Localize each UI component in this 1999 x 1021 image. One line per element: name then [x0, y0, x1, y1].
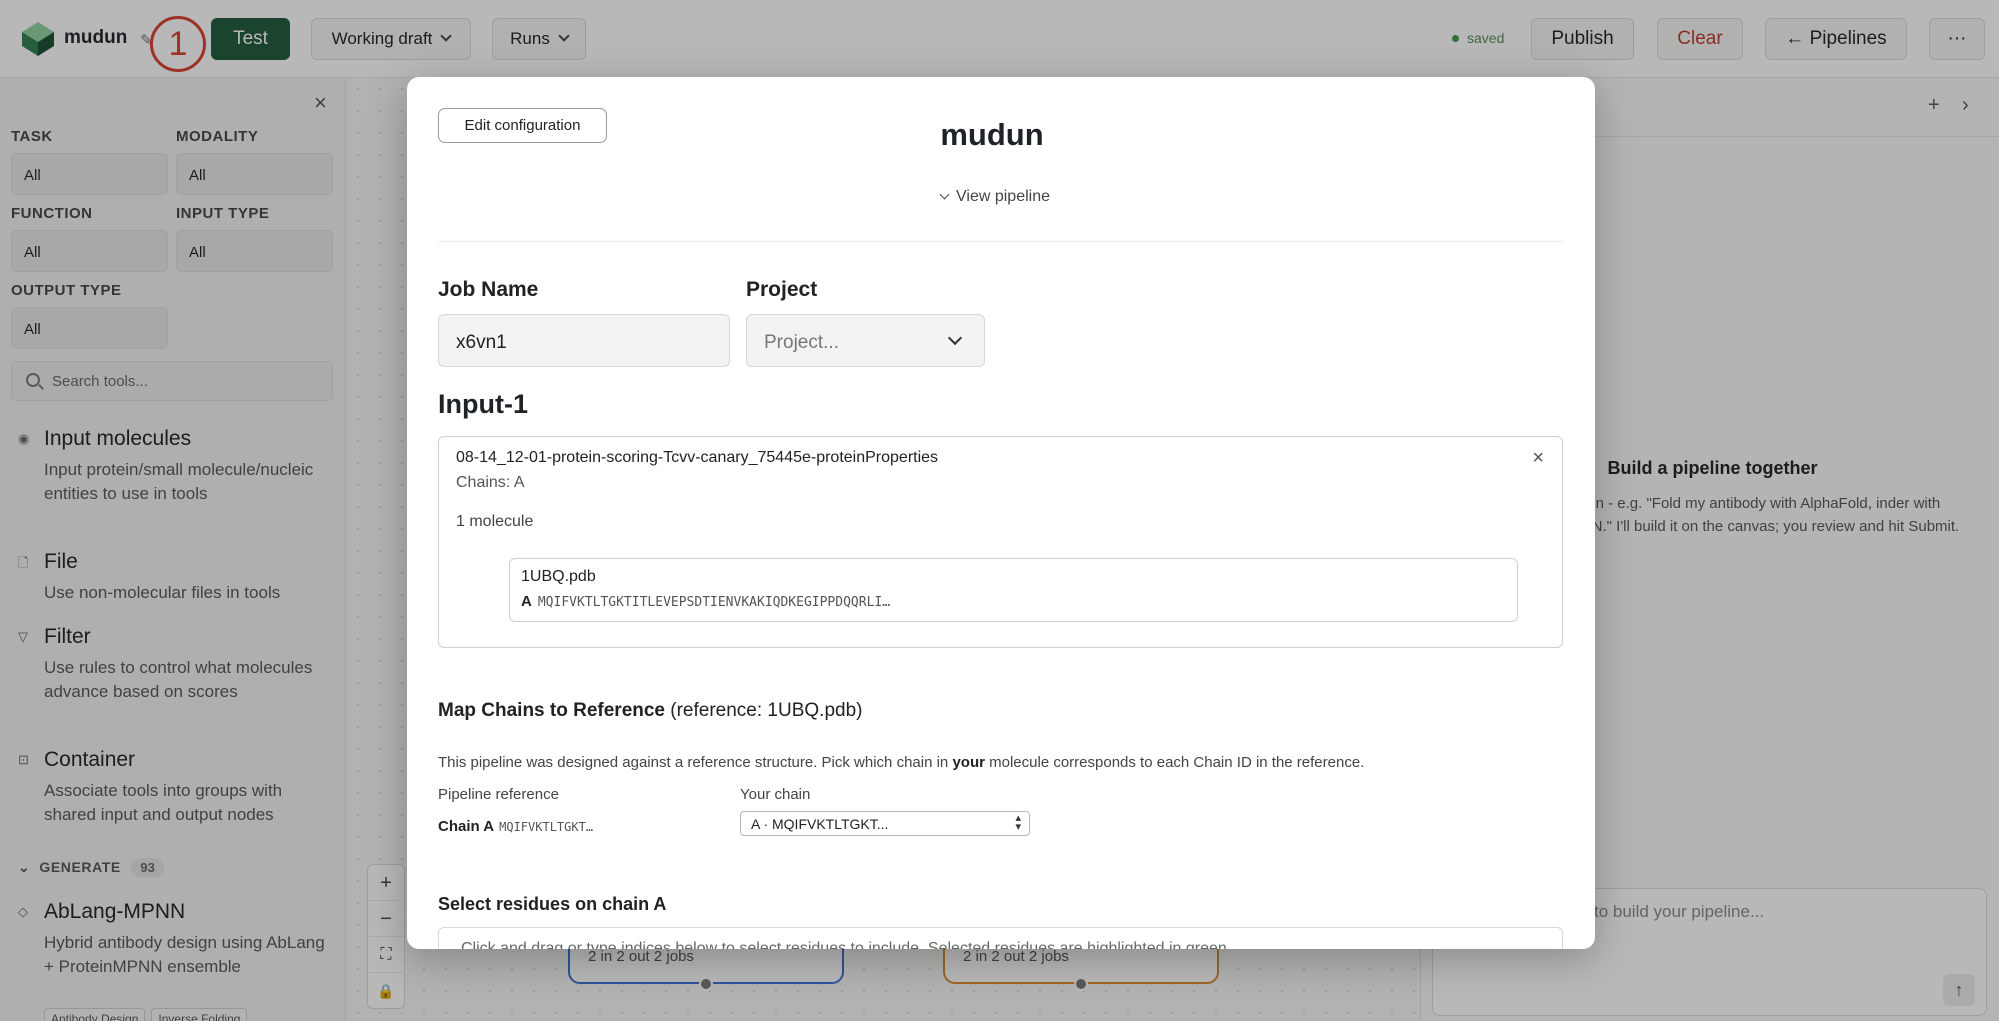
project-label: Project	[746, 278, 818, 301]
remove-input-icon[interactable]: ×	[1532, 447, 1544, 470]
molecule-file-name: 1UBQ.pdb	[521, 568, 596, 585]
map-chains-description: This pipeline was designed against a ref…	[438, 754, 1364, 771]
input-heading: Input-1	[438, 389, 528, 419]
select-arrows-icon: ▴ ▾	[1015, 812, 1021, 833]
input-card: 08-14_12-01-protein-scoring-Tcvv-canary_…	[438, 436, 1563, 648]
input-source-name: 08-14_12-01-protein-scoring-Tcvv-canary_…	[456, 449, 939, 466]
job-name-label: Job Name	[438, 278, 539, 301]
residue-selector[interactable]: Click and drag or type indices below to …	[438, 927, 1563, 949]
molecule-sequence: A MQIFVKTLTGKTITLEVEPSDTIENVKAKIQDKEGIPPD…	[521, 593, 890, 610]
view-pipeline-label: View pipeline	[956, 188, 1050, 205]
reference-chain-label: Chain A	[438, 818, 495, 835]
job-name-input[interactable]: x6vn1	[438, 314, 730, 367]
select-residues-heading: Select residues on chain A	[438, 894, 667, 914]
chevron-down-icon	[939, 189, 950, 200]
sequence-text: MQIFVKTLTGKTITLEVEPSDTIENVKAKIQDKEGIPPDQ…	[537, 595, 891, 610]
divider	[438, 241, 1563, 242]
view-pipeline-toggle[interactable]: View pipeline	[939, 188, 1050, 206]
reference-chain-sequence: MQIFVKTLTGKT…	[499, 820, 594, 834]
input-chains: Chains: A	[456, 474, 525, 491]
chain-mapping-value: A · MQIFVKTLTGKT...	[751, 816, 889, 832]
residue-selector-hint: Click and drag or type indices below to …	[461, 940, 1232, 949]
project-placeholder: Project...	[764, 332, 839, 353]
modal-title: mudun	[940, 117, 1044, 152]
map-chains-reference: (reference: 1UBQ.pdb)	[670, 700, 863, 721]
run-config-modal: Edit configuration mudun View pipeline J…	[407, 77, 1595, 949]
map-chains-heading: Map Chains to Reference (reference: 1UBQ…	[438, 700, 862, 722]
reference-chain: Chain A MQIFVKTLTGKT…	[438, 818, 593, 835]
chain-mapping-select[interactable]: A · MQIFVKTLTGKT... ▴ ▾	[740, 811, 1030, 836]
your-chain-column: Your chain	[740, 786, 811, 803]
desc-text: molecule corresponds to each Chain ID in…	[984, 754, 1365, 771]
molecule-count: 1 molecule	[456, 513, 534, 530]
project-select[interactable]: Project...	[746, 314, 985, 367]
map-chains-title: Map Chains to Reference	[438, 700, 665, 721]
desc-emphasis: your	[952, 754, 985, 771]
molecule-card[interactable]: 1UBQ.pdb A MQIFVKTLTGKTITLEVEPSDTIENVKAKI…	[509, 558, 1518, 622]
chevron-down-icon	[947, 330, 963, 346]
pipeline-reference-column: Pipeline reference	[438, 786, 559, 803]
chain-id: A	[521, 593, 532, 610]
desc-text: This pipeline was designed against a ref…	[438, 754, 953, 771]
